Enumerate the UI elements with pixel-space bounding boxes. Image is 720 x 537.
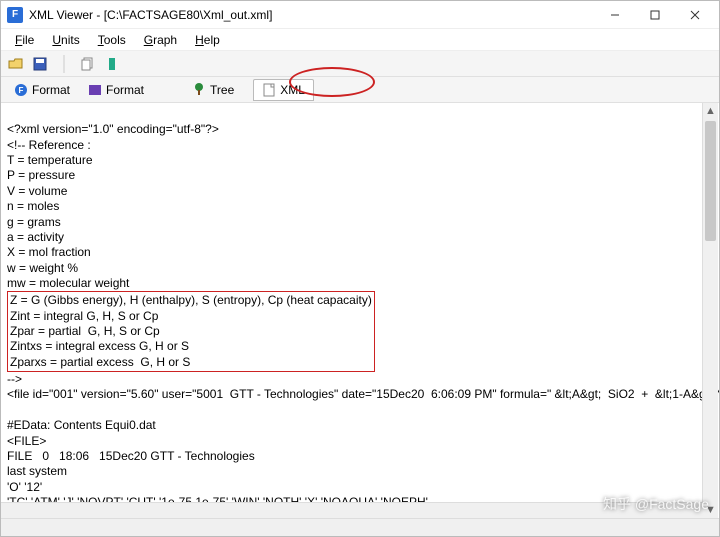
xml-line: g = grams bbox=[7, 215, 61, 229]
menubar: File Units Tools Graph Help bbox=[1, 29, 719, 51]
open-icon[interactable] bbox=[5, 54, 27, 74]
document-icon bbox=[262, 83, 276, 97]
xml-line: mw = molecular weight bbox=[7, 276, 129, 290]
xml-line: V = volume bbox=[7, 184, 67, 198]
xml-line: <file id="001" version="5.60" user="5001… bbox=[7, 387, 719, 401]
svg-text:F: F bbox=[19, 86, 24, 95]
app-icon: F bbox=[7, 7, 23, 23]
scroll-up-icon[interactable]: ▲ bbox=[703, 103, 718, 119]
watermark: 知乎 @FactSage bbox=[603, 494, 709, 514]
titlebar: F XML Viewer - [C:\FACTSAGE80\Xml_out.xm… bbox=[1, 1, 719, 29]
xml-line: <FILE> bbox=[7, 434, 46, 448]
tab-chemsage[interactable]: Format bbox=[79, 79, 153, 101]
toolbar bbox=[1, 51, 719, 77]
save-icon[interactable] bbox=[29, 54, 51, 74]
xml-line: Zintxs = integral excess G, H or S bbox=[10, 339, 189, 353]
tab-label: XML bbox=[280, 83, 305, 97]
minimize-button[interactable] bbox=[595, 2, 635, 28]
tree-icon bbox=[192, 83, 206, 97]
xml-line: last system bbox=[7, 464, 67, 478]
tab-tree[interactable]: Tree bbox=[183, 79, 243, 101]
close-button[interactable] bbox=[675, 2, 715, 28]
xml-line: FILE 0 18:06 15Dec20 GTT - Technologies bbox=[7, 449, 255, 463]
tab-fact[interactable]: F Format bbox=[5, 79, 79, 101]
xml-line: --> bbox=[7, 372, 22, 386]
menu-graph[interactable]: Graph bbox=[136, 31, 185, 49]
menu-tools[interactable]: Tools bbox=[90, 31, 134, 49]
xml-line: #EData: Contents Equi0.dat bbox=[7, 418, 156, 432]
list-icon[interactable] bbox=[101, 54, 123, 74]
xml-line: Zpar = partial G, H, S or Cp bbox=[10, 324, 160, 338]
maximize-button[interactable] bbox=[635, 2, 675, 28]
factsage-icon: F bbox=[14, 83, 28, 97]
menu-file[interactable]: File bbox=[7, 31, 42, 49]
window-title: XML Viewer - [C:\FACTSAGE80\Xml_out.xml] bbox=[29, 8, 595, 22]
xml-line: <!-- Reference : bbox=[7, 138, 91, 152]
menu-help[interactable]: Help bbox=[187, 31, 228, 49]
vertical-scrollbar[interactable]: ▲ ▼ bbox=[702, 103, 718, 518]
xml-line: w = weight % bbox=[7, 261, 78, 275]
tab-label: Tree bbox=[210, 83, 234, 97]
horizontal-scrollbar[interactable] bbox=[1, 502, 703, 518]
xml-line: Z = G (Gibbs energy), H (enthalpy), S (e… bbox=[10, 293, 372, 307]
scroll-thumb[interactable] bbox=[705, 121, 716, 241]
xml-line: <?xml version="1.0" encoding="utf-8"?> bbox=[7, 122, 219, 136]
tab-label: Format bbox=[106, 83, 144, 97]
xml-line: P = pressure bbox=[7, 168, 75, 182]
xml-line: a = activity bbox=[7, 230, 64, 244]
xml-line: X = mol fraction bbox=[7, 245, 91, 259]
xml-line: T = temperature bbox=[7, 153, 93, 167]
xml-line: n = moles bbox=[7, 199, 59, 213]
xml-line: 'O' '12' bbox=[7, 480, 42, 494]
chemsage-icon bbox=[88, 83, 102, 97]
divider bbox=[53, 54, 75, 74]
xml-line: Zparxs = partial excess G, H or S bbox=[10, 355, 190, 369]
menu-units[interactable]: Units bbox=[44, 31, 87, 49]
window-controls bbox=[595, 2, 715, 28]
copy-icon[interactable] bbox=[77, 54, 99, 74]
tab-label: Format bbox=[32, 83, 70, 97]
annotation-box: Z = G (Gibbs energy), H (enthalpy), S (e… bbox=[7, 291, 375, 372]
tab-xml[interactable]: XML bbox=[253, 79, 314, 101]
status-bar bbox=[1, 518, 719, 536]
xml-content[interactable]: <?xml version="1.0" encoding="utf-8"?> <… bbox=[1, 103, 719, 518]
tab-row: F Format Format Tree XML bbox=[1, 77, 719, 103]
xml-line: Zint = integral G, H, S or Cp bbox=[10, 309, 158, 323]
